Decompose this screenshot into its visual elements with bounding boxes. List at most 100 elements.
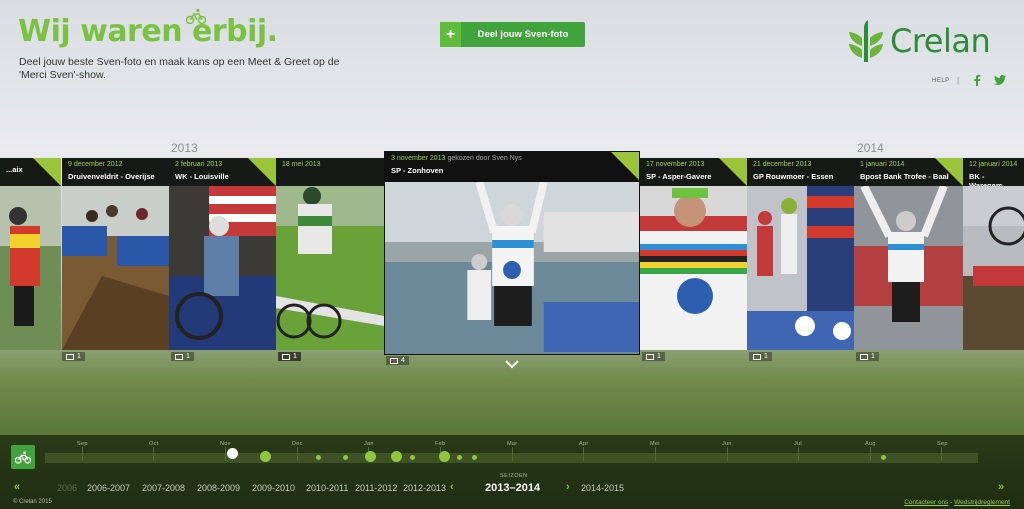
photo-card[interactable]: 12 januari 2014 BK - Waregem <box>963 158 1024 350</box>
month-tick <box>727 447 728 461</box>
season-item[interactable]: 2006-2007 <box>87 483 130 493</box>
month-tick <box>798 447 799 461</box>
card-caption: 18 mei 2013 <box>276 158 384 186</box>
card-date: 12 januari 2014 <box>969 161 1018 168</box>
card-photo-count: 1 <box>171 352 194 361</box>
help-link[interactable]: HELP <box>932 78 950 84</box>
photo-card[interactable]: ...aix <box>0 158 61 350</box>
share-photo-label: Deel jouw Sven-foto <box>477 29 569 40</box>
chevron-down-icon[interactable] <box>504 359 520 369</box>
count-value: 4 <box>401 357 405 364</box>
card-date-line: 3 november 2013 gekozen door Sven Nys <box>391 155 633 162</box>
photo-card[interactable]: 9 december 2012 Druivenveldrit - Overijs… <box>62 158 169 350</box>
card-photo-count: 1 <box>749 352 772 361</box>
timeline-dot[interactable] <box>260 451 271 462</box>
card-date: 21 december 2013 <box>753 161 812 168</box>
month-tick <box>153 447 154 461</box>
season-item[interactable]: 2007-2008 <box>142 483 185 493</box>
season-item[interactable]: 2008-2009 <box>197 483 240 493</box>
card-date: 3 november 2013 <box>391 155 446 162</box>
count-value: 1 <box>871 353 875 360</box>
card-title: SP - Zonhoven <box>391 166 444 175</box>
month-tick <box>297 447 298 461</box>
timeline-dot[interactable] <box>391 451 402 462</box>
photo-icon <box>390 357 398 364</box>
nav-prev-button[interactable]: « <box>14 481 20 493</box>
card-corner-badge <box>248 158 276 186</box>
timeline-dot[interactable] <box>316 455 321 460</box>
facebook-icon[interactable] <box>972 74 982 86</box>
month-tick <box>225 447 226 461</box>
featured-photo-card[interactable]: 3 november 2013 gekozen door Sven Nys SP… <box>384 151 640 355</box>
year-label-left: 2013 <box>171 141 198 155</box>
timeline-dot[interactable] <box>365 451 376 462</box>
season-next-button[interactable]: › <box>566 481 570 493</box>
count-value: 1 <box>293 353 297 360</box>
season-item[interactable]: 2009-2010 <box>252 483 295 493</box>
month-tick <box>870 447 871 461</box>
photo-card[interactable]: 21 december 2013 GP Rouwmoer - Essen <box>747 158 854 350</box>
card-date: 18 mei 2013 <box>282 161 321 168</box>
timeline-dot[interactable] <box>343 455 348 460</box>
share-photo-button[interactable]: + Deel jouw Sven-foto <box>440 22 585 47</box>
card-corner-badge <box>611 152 639 180</box>
month-tick <box>512 447 513 461</box>
card-photo <box>747 186 854 350</box>
season-label: SEIZOEN <box>500 473 528 479</box>
featured-photo-count: 4 <box>386 356 409 365</box>
card-corner-badge <box>935 158 963 186</box>
month-tick <box>82 447 83 461</box>
card-photo <box>854 186 963 350</box>
count-value: 1 <box>77 353 81 360</box>
card-photo <box>62 186 169 350</box>
season-item[interactable]: 2006 <box>57 483 77 493</box>
season-item[interactable]: 2010-2011 <box>306 483 348 493</box>
photo-card[interactable]: 2 februari 2013 WK - Louisville <box>169 158 276 350</box>
header-separator: | <box>957 76 960 85</box>
timeline-dot[interactable] <box>439 451 450 462</box>
card-caption: 3 november 2013 gekozen door Sven Nys SP… <box>385 152 639 182</box>
photo-icon <box>282 353 290 360</box>
active-season[interactable]: 2013–2014 <box>485 482 540 494</box>
season-item[interactable]: 2011-2012 <box>355 483 397 493</box>
card-photo <box>276 186 384 350</box>
count-value: 1 <box>764 353 768 360</box>
photo-icon <box>646 353 654 360</box>
card-caption: 9 december 2012 Druivenveldrit - Overijs… <box>62 158 169 186</box>
card-photo <box>385 182 639 354</box>
chosen-by: gekozen door Sven Nys <box>447 155 522 162</box>
photo-card[interactable]: 1 januari 2014 Bpost Bank Trofee - Baal <box>854 158 963 350</box>
plus-icon: + <box>440 22 461 47</box>
contact-link[interactable]: Contacteer ons <box>904 499 948 506</box>
timeline-dot[interactable] <box>410 455 415 460</box>
card-photo-count: 1 <box>856 352 879 361</box>
timeline-dot[interactable] <box>457 455 462 460</box>
twitter-icon[interactable] <box>994 75 1006 85</box>
card-caption: 21 december 2013 GP Rouwmoer - Essen <box>747 158 854 186</box>
photo-icon <box>860 353 868 360</box>
season-prev-button[interactable]: ‹ <box>450 481 454 493</box>
photo-card[interactable]: 18 mei 2013 <box>276 158 384 350</box>
month-tick <box>941 447 942 461</box>
season-item[interactable]: 2012-2013 <box>403 483 446 493</box>
season-item[interactable]: 2014-2015 <box>581 483 624 493</box>
timeline-bike-button[interactable] <box>11 445 35 469</box>
copyright: © Crelan 2015 <box>13 499 52 505</box>
month-tick <box>655 447 656 461</box>
card-photo-count: 1 <box>278 352 301 361</box>
month-tick <box>583 447 584 461</box>
photo-icon <box>753 353 761 360</box>
photo-card[interactable]: 17 november 2013 SP - Asper-Gavere <box>640 158 747 350</box>
timeline-dot-current[interactable] <box>227 448 238 459</box>
bike-icon <box>15 451 31 464</box>
nav-next-button[interactable]: » <box>998 481 1004 493</box>
footer-links: Contacteer ons - Wedstrijdreglement <box>904 499 1010 506</box>
card-photo-count: 1 <box>62 352 85 361</box>
timeline-dot[interactable] <box>472 455 477 460</box>
card-title: GP Rouwmoer - Essen <box>753 172 834 181</box>
bike-icon <box>186 8 206 24</box>
year-label-right: 2014 <box>857 141 884 155</box>
timeline-dot[interactable] <box>881 455 886 460</box>
title-text: Wij waren erbij. <box>18 14 278 49</box>
rules-link[interactable]: Wedstrijdreglement <box>954 499 1010 506</box>
